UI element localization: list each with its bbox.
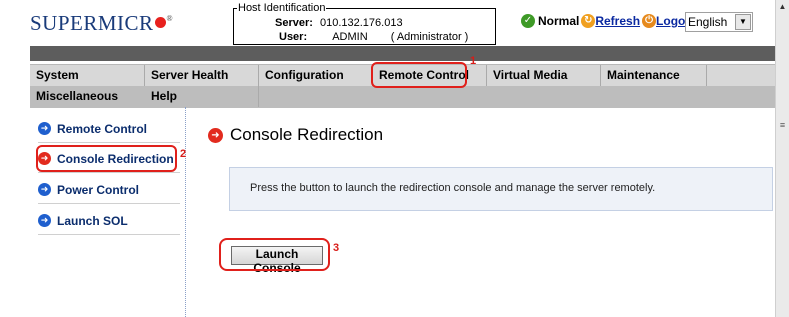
header-status-bar: ✓ Normal ↻ Refresh ⏻ Logout	[521, 14, 697, 28]
check-circle-icon: ✓	[521, 14, 535, 28]
server-label: Server:	[275, 17, 313, 29]
status-text: Normal	[538, 14, 580, 28]
menu-maintenance[interactable]: Maintenance	[601, 65, 707, 86]
callout-number-2: 2	[180, 148, 187, 160]
menu-configuration[interactable]: Configuration	[259, 65, 373, 86]
supermicro-logo: SUPERMICR ®	[30, 11, 174, 35]
logout-icon[interactable]: ⏻	[642, 14, 657, 28]
sidebar: ➜ Remote Control ➜ Console Redirection ➜…	[30, 107, 186, 317]
refresh-icon[interactable]: ↻	[581, 14, 596, 28]
page-title: ➜ Console Redirection	[208, 125, 383, 145]
scroll-grip-icon[interactable]: ≡	[777, 120, 788, 134]
language-select[interactable]: English ▼	[685, 12, 753, 32]
sidebar-item-launch-sol[interactable]: ➜ Launch SOL	[38, 207, 180, 235]
vertical-scrollbar[interactable]: ▲ ≡	[775, 0, 789, 317]
callout-number-1: 1	[470, 55, 477, 67]
callout-console-redirection-highlight	[36, 145, 177, 172]
callout-number-3: 3	[333, 242, 340, 254]
language-value: English	[688, 15, 728, 29]
refresh-link[interactable]: Refresh	[595, 14, 640, 28]
user-label: User:	[279, 31, 308, 43]
user-role: ( Administrator )	[390, 31, 469, 43]
header: SUPERMICR ® Host Identification Server: 0…	[0, 0, 775, 46]
menu-virtual-media[interactable]: Virtual Media	[487, 65, 601, 86]
scroll-up-icon[interactable]: ▲	[776, 0, 789, 14]
sidebar-item-label: Power Control	[57, 182, 140, 197]
arrow-right-circle-icon: ➜	[38, 122, 51, 135]
logo-dot	[154, 17, 166, 28]
menu-server-health[interactable]: Server Health	[145, 65, 259, 86]
host-identification-legend: Host Identification	[237, 2, 327, 14]
sidebar-item-power-control[interactable]: ➜ Power Control	[38, 176, 180, 204]
menu-help[interactable]: Help	[145, 86, 259, 107]
host-identification-box: Host Identification Server: 010.132.176.…	[233, 2, 496, 45]
page-title-text: Console Redirection	[230, 125, 384, 144]
sidebar-item-label: Remote Control	[57, 121, 147, 136]
callout-remote-control-highlight	[371, 62, 467, 88]
sidebar-item-remote-control[interactable]: ➜ Remote Control	[38, 115, 180, 143]
header-divider-bar	[30, 46, 775, 61]
user-value: ADMIN	[332, 31, 368, 43]
callout-launch-console-highlight	[219, 238, 330, 271]
info-description: Press the button to launch the redirecti…	[250, 182, 656, 194]
arrow-right-circle-icon: ➜	[38, 183, 51, 196]
sidebar-item-label: Launch SOL	[57, 213, 128, 228]
menu-system[interactable]: System	[30, 65, 145, 86]
info-box: Press the button to launch the redirecti…	[229, 167, 773, 211]
chevron-down-icon[interactable]: ▼	[735, 14, 751, 30]
arrow-right-circle-icon: ➜	[38, 214, 51, 227]
arrow-right-circle-icon: ➜	[208, 127, 223, 143]
server-value: 010.132.176.013	[319, 17, 403, 29]
menu-miscellaneous[interactable]: Miscellaneous	[30, 86, 145, 107]
